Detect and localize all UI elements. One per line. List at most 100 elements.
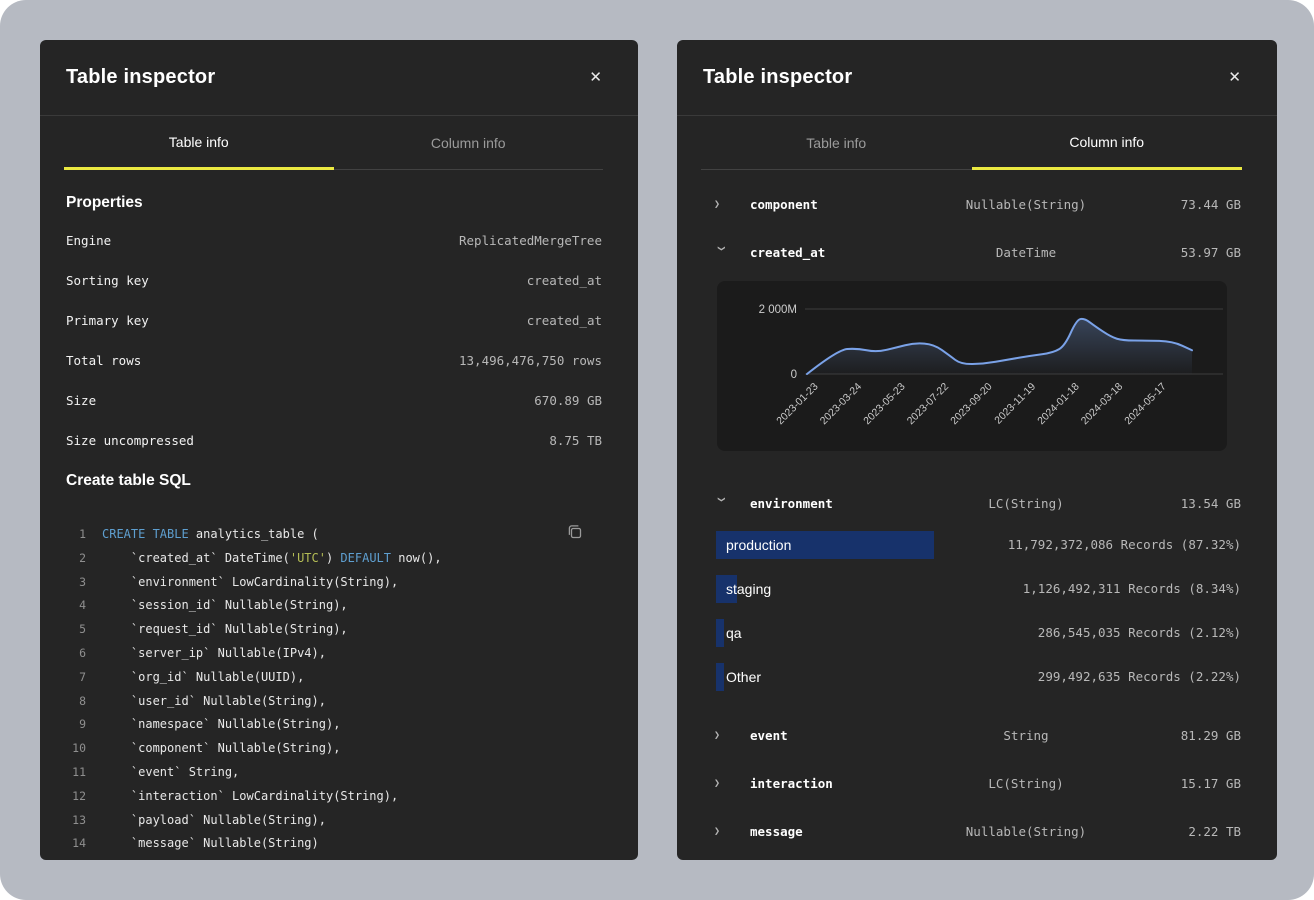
value-count: 11,792,372,086 Records (87.32%) <box>1008 531 1241 559</box>
property-row: EngineReplicatedMergeTree <box>66 220 602 260</box>
sql-code-lines: 1CREATE TABLE analytics_table (2 `create… <box>66 523 602 860</box>
value-label: qa <box>726 619 742 647</box>
property-label: Size <box>66 393 96 408</box>
column-name: message <box>750 824 931 839</box>
column-list: ❯componentNullable(String)73.44 GB❯creat… <box>677 180 1277 855</box>
sql-code-block: 1CREATE TABLE analytics_table (2 `create… <box>66 523 602 860</box>
copy-icon[interactable] <box>564 521 586 543</box>
x-axis-label: 2024-01-18 <box>1035 381 1082 428</box>
sql-code-text: `server_ip` Nullable(IPv4), <box>102 642 326 666</box>
sql-code-text: `interaction` LowCardinality(String), <box>102 785 398 809</box>
column-row-component[interactable]: ❯componentNullable(String)73.44 GB <box>677 180 1277 228</box>
sql-code-text: ) ENGINE = ReplicatedMergeTree('/clickho… <box>102 856 586 860</box>
sql-code-line: 5 `request_id` Nullable(String), <box>66 618 602 642</box>
modal-header: Table inspector ✕ <box>677 40 1277 116</box>
trend-area <box>807 319 1192 374</box>
property-label: Sorting key <box>66 273 149 288</box>
tab-column-info[interactable]: Column info <box>334 116 604 170</box>
value-row-production: production 11,792,372,086 Records (87.32%… <box>716 531 1241 559</box>
sql-code-line: 13 `payload` Nullable(String), <box>66 809 602 833</box>
column-row-message[interactable]: ❯messageNullable(String)2.22 TB <box>677 807 1277 855</box>
modal-header: Table inspector ✕ <box>40 40 638 116</box>
property-row: Sorting keycreated_at <box>66 260 602 300</box>
line-number: 12 <box>66 785 86 809</box>
column-type: Nullable(String) <box>931 824 1121 839</box>
tab-column-info[interactable]: Column info <box>972 116 1243 170</box>
chevron-down-icon[interactable]: ❯ <box>716 245 727 259</box>
column-size: 13.54 GB <box>1121 496 1241 511</box>
column-size: 53.97 GB <box>1121 245 1241 260</box>
sql-code-line: 12 `interaction` LowCardinality(String), <box>66 785 602 809</box>
properties-list: EngineReplicatedMergeTreeSorting keycrea… <box>66 220 602 460</box>
value-label: production <box>726 531 791 559</box>
sql-code-text: `created_at` DateTime('UTC') DEFAULT now… <box>102 547 442 571</box>
value-row-qa: qa 286,545,035 Records (2.12%) <box>716 619 1241 647</box>
sql-code-text: `session_id` Nullable(String), <box>102 594 348 618</box>
column-row-created_at[interactable]: ❯created_atDateTime53.97 GB <box>677 228 1277 276</box>
property-value: 670.89 GB <box>534 393 602 408</box>
property-row: Total rows 13,496,476,750 rows <box>66 340 602 380</box>
x-axis-label: 2023-03-24 <box>818 381 865 428</box>
sql-code-line: 1 CREATE TABLE analytics_table ( <box>66 523 602 547</box>
property-row: Size 670.89 GB <box>66 380 602 420</box>
column-name: component <box>750 197 931 212</box>
column-row-event[interactable]: ❯eventString81.29 GB <box>677 711 1277 759</box>
close-icon[interactable]: ✕ <box>1228 70 1241 85</box>
tab-table-info[interactable]: Table info <box>701 116 972 170</box>
value-bar <box>716 663 724 691</box>
line-number: 6 <box>66 642 86 666</box>
line-number: 4 <box>66 594 86 618</box>
line-number: 1 <box>66 523 86 547</box>
sql-code-line: 7 `org_id` Nullable(UUID), <box>66 666 602 690</box>
environment-value-list: production 11,792,372,086 Records (87.32%… <box>677 531 1277 691</box>
property-row: Primary key created_at <box>66 300 602 340</box>
sql-code-text: `event` String, <box>102 761 239 785</box>
property-value: 13,496,476,750 rows <box>459 353 602 368</box>
x-axis-label: 2023-01-23 <box>774 381 821 428</box>
value-count: 286,545,035 Records (2.12%) <box>1038 619 1241 647</box>
property-value: ReplicatedMergeTree <box>459 233 602 248</box>
line-number: 11 <box>66 761 86 785</box>
column-type: DateTime <box>931 245 1121 260</box>
close-icon[interactable]: ✕ <box>589 70 602 85</box>
y-axis-label: 0 <box>791 369 797 381</box>
x-axis-label: 2024-03-18 <box>1079 381 1126 428</box>
value-row-other: Other299,492,635 Records (2.22%) <box>716 663 1241 691</box>
created-at-distribution-chart: 2 000M02023-01-232023-03-242023-05-23202… <box>717 281 1227 451</box>
chevron-down-icon[interactable]: ❯ <box>716 496 727 510</box>
column-row-environment[interactable]: ❯environmentLC(String)13.54 GB <box>677 479 1277 527</box>
app-canvas: Table inspector ✕ Table info Column info… <box>0 0 1314 900</box>
tab-table-info[interactable]: Table info <box>64 116 334 170</box>
create-table-sql-heading: Create table SQL <box>66 472 602 490</box>
property-value: created_at <box>527 313 602 328</box>
property-label: Total rows <box>66 353 141 368</box>
x-axis-label: 2023-09-20 <box>948 381 995 428</box>
column-type: LC(String) <box>931 776 1121 791</box>
sql-code-text: CREATE TABLE analytics_table ( <box>102 523 319 547</box>
line-number: 15 <box>66 856 86 860</box>
sql-code-line: 9 `namespace` Nullable(String), <box>66 713 602 737</box>
column-row-interaction[interactable]: ❯interactionLC(String)15.17 GB <box>677 759 1277 807</box>
chevron-right-icon[interactable]: ❯ <box>714 199 728 210</box>
value-row-staging: staging1,126,492,311 Records (8.34%) <box>716 575 1241 603</box>
sql-code-line: 10 `component` Nullable(String), <box>66 737 602 761</box>
property-value: 8.75 TB <box>549 433 602 448</box>
properties-heading: Properties <box>66 194 602 212</box>
chevron-right-icon[interactable]: ❯ <box>714 826 728 837</box>
table-inspector-modal-right: Table inspector ✕ Table info Column info… <box>677 40 1277 860</box>
x-axis-label: 2023-05-23 <box>861 381 908 428</box>
modal-title: Table inspector <box>703 66 852 89</box>
column-size: 15.17 GB <box>1121 776 1241 791</box>
column-size: 81.29 GB <box>1121 728 1241 743</box>
x-axis-label: 2023-11-19 <box>992 381 1038 427</box>
chevron-right-icon[interactable]: ❯ <box>714 730 728 741</box>
x-axis-label: 2023-07-22 <box>905 381 952 428</box>
line-number: 8 <box>66 690 86 714</box>
sql-code-text: `message` Nullable(String) <box>102 832 319 856</box>
column-type: Nullable(String) <box>931 197 1121 212</box>
value-count: 1,126,492,311 Records (8.34%) <box>1023 575 1241 603</box>
line-number: 3 <box>66 571 86 595</box>
chevron-right-icon[interactable]: ❯ <box>714 778 728 789</box>
value-count: 299,492,635 Records (2.22%) <box>1038 663 1241 691</box>
property-label: Primary key <box>66 313 149 328</box>
